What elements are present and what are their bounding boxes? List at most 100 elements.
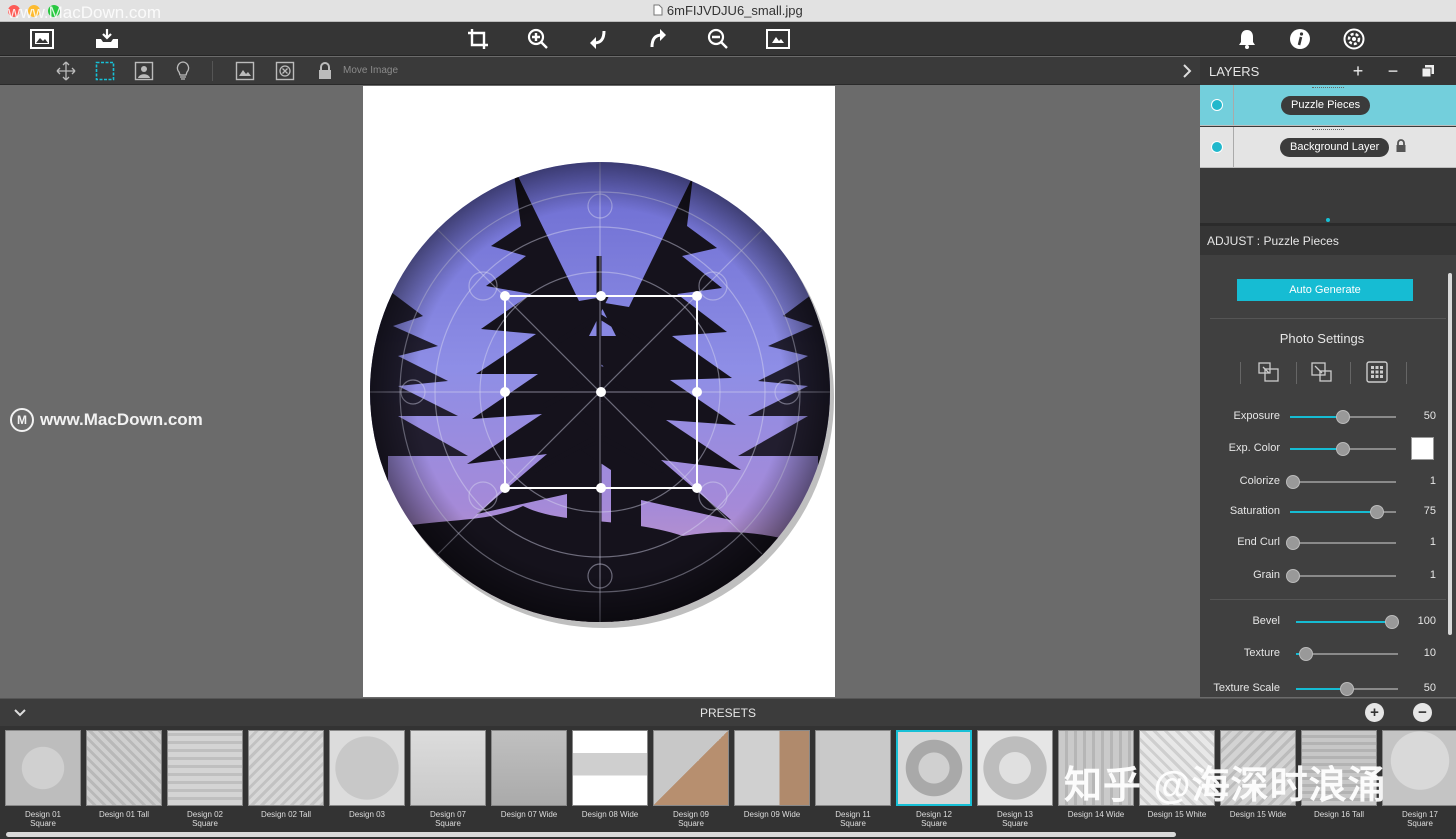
- slider-knob[interactable]: [1299, 647, 1314, 661]
- slider-label: Exp. Color: [1228, 442, 1280, 454]
- preset-label: Design 01 Square: [24, 810, 62, 828]
- preset-preview: [167, 730, 243, 806]
- layer-visibility-toggle[interactable]: [1211, 99, 1223, 111]
- select-tool-icon[interactable]: [94, 60, 116, 82]
- preset-thumbnail[interactable]: Design 17 Square: [1382, 730, 1456, 830]
- add-preset-button[interactable]: +: [1365, 703, 1384, 722]
- preset-thumbnail[interactable]: Design 07 Square: [410, 730, 486, 830]
- slider-track[interactable]: [1286, 536, 1396, 550]
- preset-label: Design 13 Square: [996, 810, 1034, 828]
- layer-visibility-toggle[interactable]: [1211, 141, 1223, 153]
- slider-knob[interactable]: [1340, 682, 1354, 696]
- auto-generate-button[interactable]: Auto Generate: [1237, 279, 1413, 301]
- canvas-area[interactable]: M www.MacDown.com: [0, 86, 1200, 697]
- fit-icon[interactable]: [765, 27, 791, 51]
- slider-knob[interactable]: [1369, 505, 1384, 519]
- preset-thumbnail[interactable]: Design 11 Square: [815, 730, 891, 830]
- lock-icon[interactable]: [314, 60, 336, 82]
- slider-track[interactable]: [1286, 475, 1396, 489]
- slider-knob[interactable]: [1336, 410, 1350, 424]
- slider-knob[interactable]: [1336, 442, 1350, 456]
- preset-thumbnail[interactable]: Design 02 Tall: [248, 730, 324, 830]
- preset-thumbnail[interactable]: Design 08 Wide: [572, 730, 648, 830]
- slider-value: 50: [1423, 410, 1436, 422]
- replace-image-icon[interactable]: [234, 60, 256, 82]
- slider-value: 50: [1423, 682, 1436, 694]
- slider-row: Saturation 75: [1200, 502, 1446, 522]
- preset-label: Design 17 Square: [1401, 810, 1439, 828]
- divider: [1210, 318, 1446, 319]
- slider-track[interactable]: [1296, 682, 1398, 696]
- preset-thumbnail[interactable]: Design 01 Tall: [86, 730, 162, 830]
- file-icon: [653, 4, 663, 16]
- info-icon[interactable]: [1287, 27, 1313, 51]
- crop-icon[interactable]: [465, 27, 491, 51]
- resize-handle[interactable]: [1326, 218, 1330, 222]
- preset-thumbnail[interactable]: Design 09 Square: [653, 730, 729, 830]
- slider-knob[interactable]: [1385, 615, 1399, 629]
- export-icon[interactable]: [94, 27, 120, 51]
- app-window: www.MacDown.com 6mFIJVDJU6_small.jpg Mov…: [0, 0, 1456, 839]
- bell-icon[interactable]: [1234, 27, 1260, 51]
- resize-larger-icon[interactable]: [1256, 361, 1282, 383]
- move-tool-icon[interactable]: [55, 60, 77, 82]
- layer-divider: [1233, 85, 1234, 125]
- remove-image-icon[interactable]: [274, 60, 296, 82]
- preset-label: Design 16 Tall: [1313, 810, 1365, 819]
- preset-thumbnail[interactable]: Design 09 Wide: [734, 730, 810, 830]
- settings-icon[interactable]: [1341, 27, 1367, 51]
- undo-icon[interactable]: [585, 27, 611, 51]
- drag-grip[interactable]: [1312, 129, 1344, 130]
- preset-thumbnail[interactable]: Design 02 Square: [167, 730, 243, 830]
- zoom-out-icon[interactable]: [705, 27, 731, 51]
- grid-icon[interactable]: [1364, 361, 1390, 383]
- slider-track[interactable]: [1296, 647, 1398, 661]
- page-paper: [363, 86, 835, 697]
- redo-icon[interactable]: [645, 27, 671, 51]
- slider-track[interactable]: [1286, 569, 1396, 583]
- divider: [1350, 362, 1351, 384]
- puzzle-image[interactable]: [363, 86, 835, 697]
- preset-label: Design 11 Square: [835, 810, 871, 828]
- preset-preview: [5, 730, 81, 806]
- preset-thumbnail[interactable]: Design 03: [329, 730, 405, 830]
- preset-thumbnail[interactable]: Design 01 Square: [5, 730, 81, 830]
- remove-layer-button[interactable]: −: [1383, 61, 1403, 81]
- slider-knob[interactable]: [1286, 475, 1300, 489]
- layer-row-puzzle-pieces[interactable]: Puzzle Pieces: [1200, 85, 1456, 126]
- preset-thumbnail[interactable]: Design 13 Square: [977, 730, 1053, 830]
- resize-smaller-icon[interactable]: [1309, 361, 1335, 383]
- preset-preview: [248, 730, 324, 806]
- slider-track[interactable]: [1296, 615, 1399, 629]
- slider-track[interactable]: [1290, 410, 1396, 424]
- duplicate-layer-button[interactable]: [1418, 61, 1438, 81]
- preset-thumbnail[interactable]: Design 12 Square: [896, 730, 972, 830]
- slider-value: 1: [1429, 475, 1436, 487]
- lightbulb-icon[interactable]: [172, 60, 194, 82]
- panel-scrollbar[interactable]: [1448, 273, 1452, 635]
- slider-label: Texture: [1243, 647, 1280, 659]
- slider-row: Exposure 50: [1200, 407, 1446, 427]
- slider-knob[interactable]: [1286, 536, 1300, 550]
- drag-grip[interactable]: [1312, 87, 1344, 88]
- preset-preview: [977, 730, 1053, 806]
- portrait-tool-icon[interactable]: [133, 60, 155, 82]
- lock-icon[interactable]: [1395, 139, 1407, 153]
- open-image-icon[interactable]: [29, 27, 55, 51]
- slider-track[interactable]: [1290, 442, 1396, 456]
- exp-color-swatch[interactable]: [1411, 437, 1434, 460]
- zoom-in-icon[interactable]: [525, 27, 551, 51]
- chevron-right-icon[interactable]: [1176, 60, 1198, 82]
- slider-row: Colorize 1: [1200, 472, 1446, 492]
- presets-scrollbar[interactable]: [6, 832, 1176, 837]
- preset-thumbnail[interactable]: Design 07 Wide: [491, 730, 567, 830]
- preset-label: Design 07 Square: [429, 810, 467, 828]
- slider-label: Colorize: [1239, 475, 1280, 487]
- remove-preset-button[interactable]: −: [1413, 703, 1432, 722]
- preset-preview: [734, 730, 810, 806]
- tool-options-bar: Move Image: [0, 57, 1200, 85]
- slider-track[interactable]: [1290, 505, 1396, 519]
- layer-row-background[interactable]: Background Layer: [1200, 127, 1456, 168]
- slider-knob[interactable]: [1286, 569, 1300, 583]
- add-layer-button[interactable]: +: [1348, 61, 1368, 81]
